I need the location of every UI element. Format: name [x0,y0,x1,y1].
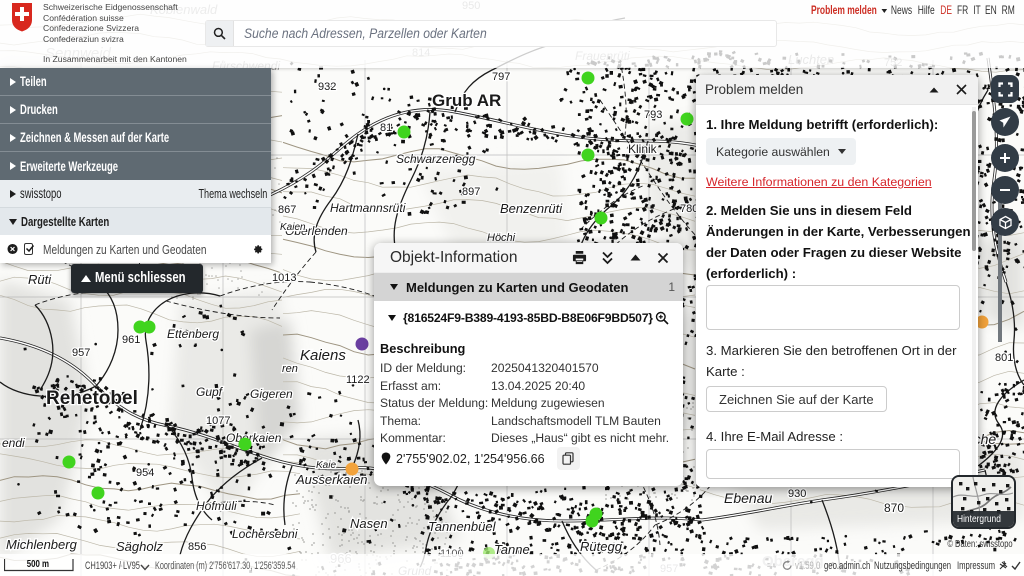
svg-text:Rehetobel: Rehetobel [46,388,138,409]
svg-text:930: 930 [788,488,806,500]
svg-text:Nasen: Nasen [350,516,388,531]
svg-text:801: 801 [995,352,1013,364]
svg-text:Grub AR: Grub AR [432,91,501,110]
svg-text:Ettenberg: Ettenberg [167,327,219,341]
svg-text:Schwarzenegg: Schwarzenegg [396,152,476,166]
svg-text:897: 897 [462,186,480,198]
svg-text:Gupf: Gupf [196,385,224,399]
svg-text:954: 954 [136,467,154,479]
svg-text:Kaie: Kaie [316,460,336,471]
svg-text:870: 870 [884,501,904,515]
svg-text:1013: 1013 [272,272,296,284]
svg-text:ren: ren [282,363,298,375]
svg-text:1077: 1077 [206,415,230,427]
svg-text:932: 932 [318,81,336,93]
svg-text:81: 81 [380,122,392,134]
svg-text:793: 793 [644,109,662,121]
svg-text:867: 867 [278,204,296,216]
svg-text:Gigeren: Gigeren [250,387,293,401]
svg-text:Benzenrüti: Benzenrüti [500,201,563,216]
svg-text:957: 957 [72,347,90,359]
svg-text:Michlenberg: Michlenberg [6,537,78,552]
svg-text:Tannenbüel: Tannenbüel [428,519,497,534]
svg-text:Hofmüli: Hofmüli [196,499,237,513]
svg-text:endi: endi [2,436,25,450]
svg-text:Kaiens: Kaiens [300,347,346,364]
svg-text:Rüti: Rüti [28,272,52,287]
svg-text:Ebenau: Ebenau [724,490,772,506]
svg-text:1122: 1122 [346,374,370,386]
svg-text:Lochersebni: Lochersebni [232,527,298,541]
svg-text:Sägholz: Sägholz [116,539,163,554]
svg-text:797: 797 [492,71,510,83]
svg-text:Kaien: Kaien [280,222,306,233]
svg-text:Rütegg: Rütegg [580,539,623,554]
svg-text:856: 856 [188,541,206,553]
svg-text:Ausserkaien: Ausserkaien [295,472,368,487]
svg-text:Klinik: Klinik [628,142,658,156]
svg-text:961: 961 [122,334,140,346]
svg-text:Oberkaien: Oberkaien [226,431,282,445]
svg-text:Hartmannsrüti: Hartmannsrüti [330,201,406,215]
